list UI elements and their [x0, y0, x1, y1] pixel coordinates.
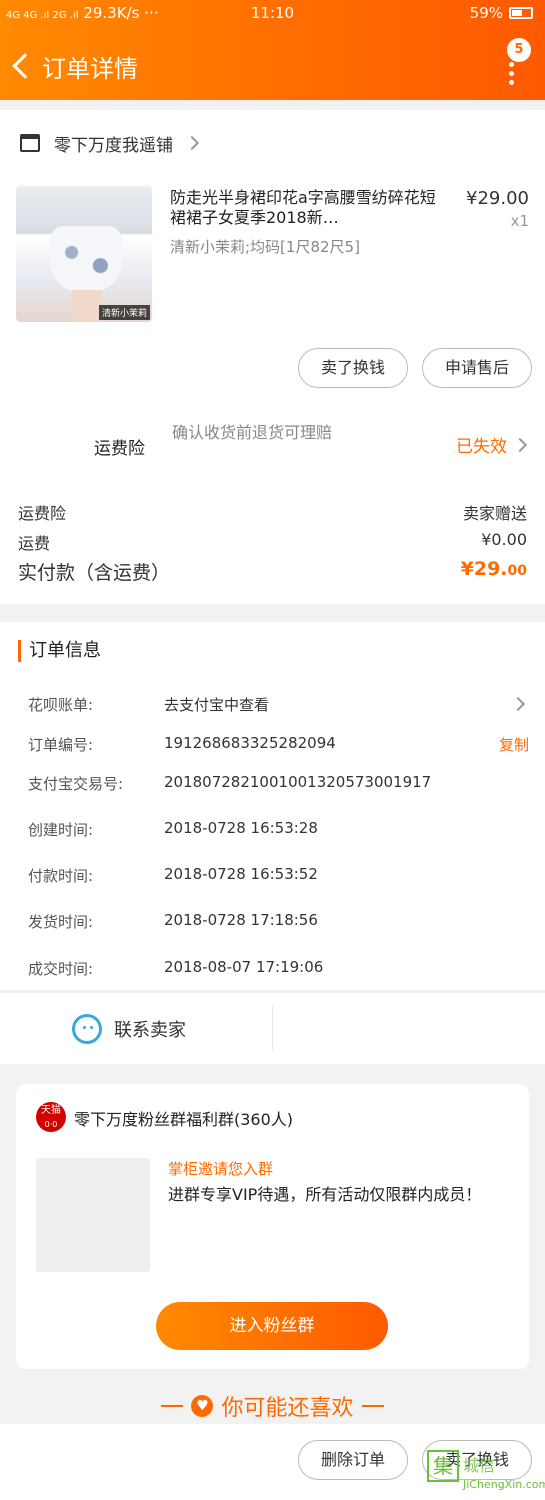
- contact-seller-button[interactable]: 联系卖家: [72, 1014, 186, 1044]
- image-tag: 清新小茉莉: [98, 305, 150, 320]
- product-price: ¥29.00: [466, 188, 529, 209]
- section-title: 订单信息: [18, 640, 101, 662]
- heart-icon: ♥: [191, 1395, 214, 1417]
- product-image[interactable]: 清新小茉莉: [16, 186, 152, 322]
- watermark-logo: 集: [427, 1450, 459, 1482]
- more-vertical-icon: [509, 62, 514, 89]
- back-button[interactable]: 订单详情: [8, 46, 148, 86]
- created-time-row: 创建时间: 2018-0728 16:53:28: [28, 819, 318, 839]
- watermark: 集 城信 JiChengXin.com: [427, 1450, 545, 1494]
- chevron-right-icon: [184, 135, 200, 151]
- summary-total-row: 实付款（含运费） ¥29.00: [18, 558, 527, 584]
- shipped-time-row: 发货时间: 2018-0728 17:18:56: [28, 911, 318, 931]
- store-icon: [20, 134, 40, 152]
- total-paid: ¥29.00: [460, 558, 527, 580]
- insurance-label: 运费险: [94, 439, 145, 459]
- alipay-number-row: 支付宝交易号: 2018072821001001320573001917: [28, 773, 432, 793]
- group-thumbnail: [36, 1158, 150, 1272]
- summary-insurance-row: 运费险 卖家赠送: [18, 504, 527, 523]
- delete-order-button[interactable]: 删除订单: [298, 1440, 408, 1480]
- shop-link[interactable]: 零下万度我遥铺: [20, 130, 200, 156]
- copy-button[interactable]: 复制: [499, 734, 529, 755]
- divider: [272, 1006, 273, 1050]
- after-sale-button[interactable]: 申请售后: [422, 348, 532, 388]
- battery-icon: [509, 7, 533, 19]
- insurance-desc: 确认收货前退货可理赔: [172, 423, 333, 442]
- clock: 11:10: [250, 4, 295, 22]
- join-group-button[interactable]: 进入粉丝群: [156, 1302, 388, 1350]
- page-title: 订单详情: [42, 54, 138, 83]
- paid-time-row: 付款时间: 2018-0728 16:53:52: [28, 865, 318, 885]
- product-title[interactable]: 防走光半身裙印花a字高腰雪纺碎花短裙裙子女夏季2018新…: [170, 188, 450, 228]
- tmall-icon: 天猫 0·0: [36, 1102, 66, 1132]
- navbar: 订单详情 5: [0, 38, 545, 94]
- fan-group-card: 天猫 0·0 零下万度粉丝群福利群(360人) 掌柜邀请您入群 进群专享VIP待…: [16, 1084, 529, 1369]
- chat-icon: [72, 1014, 102, 1044]
- chevron-right-icon: [512, 437, 528, 452]
- shop-name: 零下万度我遥铺: [54, 135, 173, 156]
- battery-percent: 59%: [469, 4, 503, 22]
- chevron-right-icon: [510, 696, 526, 712]
- huabei-row[interactable]: 花呗账单: 去支付宝中查看: [28, 694, 529, 718]
- group-name: 零下万度粉丝群福利群(360人): [74, 1110, 294, 1129]
- product-sku: 清新小茉莉;均码[1尺82尺5]: [170, 238, 360, 256]
- insurance-status[interactable]: 已失效: [456, 432, 528, 457]
- chevron-left-icon: [12, 53, 38, 79]
- done-time-row: 成交时间: 2018-08-07 17:19:06: [28, 958, 324, 978]
- notification-badge: 5: [507, 38, 531, 62]
- order-number-row: 订单编号: 191268683325282094 复制: [28, 734, 529, 755]
- status-bar: 4G 4G .ıl 2G .ıl 29.3K/s ··· 11:10 59%: [0, 0, 545, 28]
- dash-left-icon: [161, 1405, 184, 1407]
- summary-shipping-row: 运费 ¥0.00: [18, 530, 527, 553]
- product-qty: x1: [510, 212, 529, 230]
- group-subtitle: 掌柜邀请您入群: [168, 1160, 274, 1178]
- dash-right-icon: [361, 1405, 384, 1407]
- recommend-header: ♥ 你可能还喜欢: [0, 1384, 545, 1428]
- more-button[interactable]: 5: [495, 38, 531, 86]
- group-description: 进群专享VIP待遇，所有活动仅限群内成员！: [168, 1185, 482, 1204]
- sell-button[interactable]: 卖了换钱: [298, 348, 408, 388]
- header: 4G 4G .ıl 2G .ıl 29.3K/s ··· 11:10 59% 订…: [0, 0, 545, 100]
